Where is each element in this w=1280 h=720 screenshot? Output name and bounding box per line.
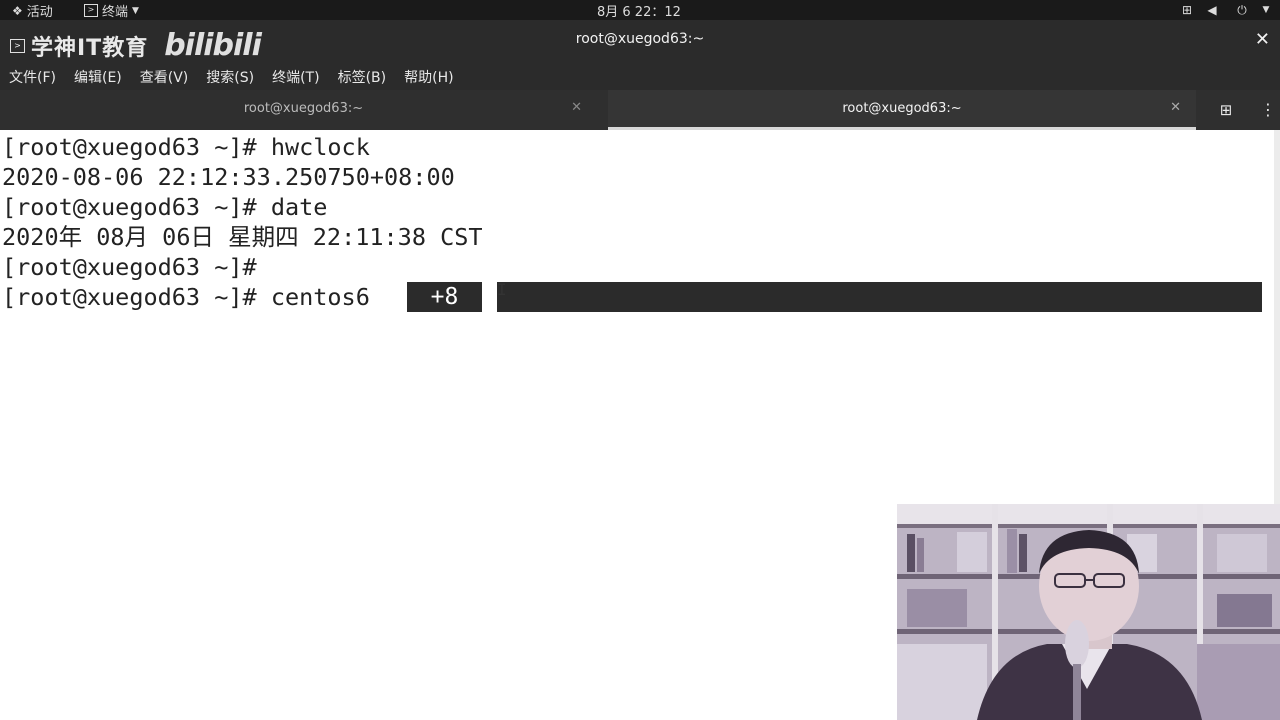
clock[interactable]: 8月 6 22：12 (597, 1, 681, 20)
chevron-down-icon: ▼ (132, 5, 139, 16)
gnome-foot-icon: ❖ (12, 3, 23, 18)
terminal-line: 2020年 08月 06日 星期四 22:11:38 CST (2, 223, 483, 251)
tab-label: root@xuegod63:~ (243, 101, 364, 116)
text-cursor-icon: I (497, 280, 507, 299)
presenter-video-frame (897, 504, 1280, 720)
volume-icon[interactable]: ◀ (1204, 2, 1220, 18)
menu-file[interactable]: 文件(F) (0, 62, 65, 90)
webcam-overlay (897, 504, 1280, 720)
terminal-line: [root@xuegod63 ~]# hwclock (2, 133, 370, 161)
menu-bar: 文件(F) 编辑(E) 查看(V) 搜索(S) 终端(T) 标签(B) 帮助(H… (0, 62, 1280, 90)
activities-button[interactable]: ❖ 活动 (12, 1, 53, 21)
terminal-line: [root@xuegod63 ~]# (2, 253, 257, 281)
app-menu-button[interactable]: > 终端 ▼ (84, 1, 139, 20)
annotation-highlight-bar (497, 282, 1262, 312)
menu-terminal[interactable]: 终端(T) (263, 62, 328, 90)
more-icon[interactable]: ⋮ (1260, 99, 1276, 121)
activities-label: 活动 (26, 5, 53, 20)
window-title: root@xuegod63:~ (575, 31, 705, 47)
menu-search[interactable]: 搜索(S) (197, 62, 263, 90)
menu-view[interactable]: 查看(V) (131, 62, 198, 90)
close-tab-icon[interactable]: ✕ (571, 100, 582, 115)
tab-terminal-2[interactable]: root@xuegod63:~ ✕ (608, 90, 1196, 130)
new-tab-icon[interactable]: ⊞ (1215, 99, 1237, 121)
power-icon[interactable]: ⏻ (1234, 2, 1250, 18)
network-icon[interactable]: ⊞ (1179, 2, 1195, 18)
tab-terminal-1[interactable]: root@xuegod63:~ ✕ (0, 90, 607, 130)
annotation-badge: +8 (407, 282, 482, 312)
close-window-button[interactable]: ✕ (1255, 29, 1270, 50)
system-top-bar: ❖ 活动 > 终端 ▼ 8月 6 22：12 ⊞ ◀ ⏻ ▼ (0, 0, 1280, 20)
terminal-line: 2020-08-06 22:12:33.250750+08:00 (2, 163, 455, 191)
menu-help[interactable]: 帮助(H) (395, 62, 462, 90)
tab-bar: root@xuegod63:~ ✕ root@xuegod63:~ ✕ (0, 90, 1280, 130)
window-title-bar: > 学神IT教育 bilibili root@xuegod63:~ ✕ (0, 20, 1280, 63)
terminal-line: [root@xuegod63 ~]# centos6 (2, 283, 370, 311)
tab-label: root@xuegod63:~ (842, 101, 962, 116)
menu-tabs[interactable]: 标签(B) (329, 62, 396, 90)
menu-edit[interactable]: 编辑(E) (65, 62, 131, 90)
terminal-app-icon: > (84, 4, 98, 17)
terminal-line: [root@xuegod63 ~]# date (2, 193, 328, 221)
close-tab-icon[interactable]: ✕ (1170, 100, 1181, 115)
chevron-down-icon[interactable]: ▼ (1258, 2, 1274, 18)
app-menu-label: 终端 (102, 5, 129, 20)
